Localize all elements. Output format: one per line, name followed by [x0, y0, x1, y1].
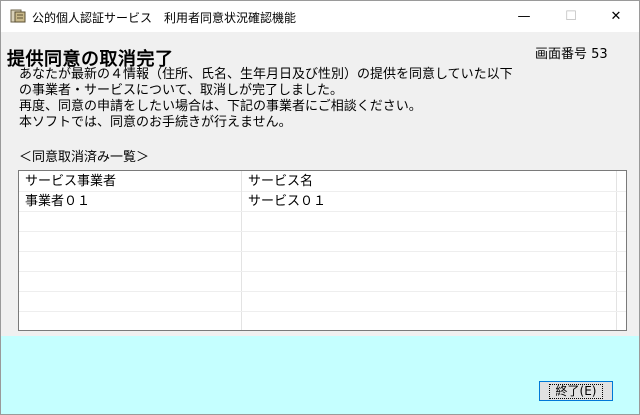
app-window: 公的個人認証サービス 利用者同意状況確認機能 — ☐ ✕ 提供同意の取消完了 画…	[0, 0, 640, 415]
close-button[interactable]: ✕	[593, 1, 639, 32]
column-header-service: サービス名	[241, 171, 616, 191]
end-button[interactable]: 終了(E)	[539, 381, 613, 401]
completion-message: あなたが最新の４情報（住所、氏名、生年月日及び性別）の提供を同意していた以下 の…	[19, 67, 631, 131]
message-line: あなたが最新の４情報（住所、氏名、生年月日及び性別）の提供を同意していた以下	[19, 67, 513, 82]
minimize-icon: —	[517, 9, 531, 24]
maximize-icon: ☐	[565, 9, 577, 24]
cell-provider: 事業者０１	[25, 194, 91, 209]
message-line: の事業者・サービスについて、取消しが完了しました。	[19, 83, 343, 98]
app-icon	[10, 8, 26, 24]
title-bar[interactable]: 公的個人認証サービス 利用者同意状況確認機能 — ☐ ✕	[1, 1, 639, 32]
minimize-button[interactable]: —	[501, 1, 547, 32]
table-row-empty	[19, 291, 626, 312]
maximize-button[interactable]: ☐	[548, 1, 594, 32]
column-header-provider: サービス事業者	[25, 174, 117, 189]
list-title: ＜同意取消済み一覧＞	[19, 150, 150, 165]
table-row[interactable]: 事業者０１ サービス０１	[19, 191, 626, 212]
table-row-empty	[19, 211, 626, 232]
window-title: 公的個人認証サービス 利用者同意状況確認機能	[32, 11, 297, 25]
table-row-empty	[19, 311, 626, 330]
table-row-empty	[19, 271, 626, 292]
message-line: 本ソフトでは、同意のお手続きが行えません。	[19, 115, 292, 130]
footer-panel	[1, 336, 639, 414]
screen-number: 画面番号 53	[535, 47, 608, 62]
end-button-label: 終了(E)	[548, 383, 604, 399]
close-icon: ✕	[610, 9, 622, 24]
cell-service: サービス０１	[241, 191, 616, 211]
table-row-empty	[19, 231, 626, 252]
message-line: 再度、同意の申請をしたい場合は、下記の事業者にご相談ください。	[19, 99, 422, 114]
table-row-empty	[19, 251, 626, 272]
table-header-row: サービス事業者 サービス名	[19, 171, 626, 192]
revoked-consent-table[interactable]: サービス事業者 サービス名 事業者０１ サービス０１	[18, 170, 627, 331]
